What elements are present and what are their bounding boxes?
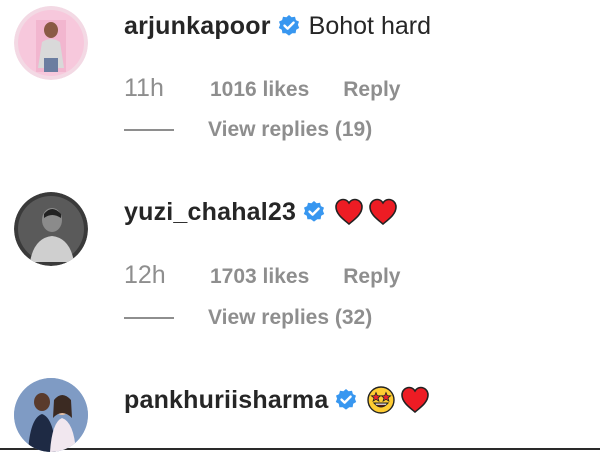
divider-dash — [124, 317, 174, 319]
view-replies-label: View replies (32) — [208, 306, 373, 329]
reply-button[interactable]: Reply — [343, 265, 400, 289]
avatar-photo-icon — [14, 192, 88, 266]
red-heart-icon — [400, 385, 430, 415]
reply-button[interactable]: Reply — [343, 78, 400, 102]
username[interactable]: yuzi_chahal23 — [124, 198, 296, 227]
avatar[interactable] — [14, 378, 88, 452]
verified-badge-icon — [334, 388, 358, 412]
avatar-photo-icon — [14, 378, 88, 452]
avatar[interactable] — [14, 6, 88, 80]
red-heart-icon — [368, 197, 398, 227]
verified-badge-icon — [277, 14, 301, 38]
avatar-photo-icon — [14, 6, 88, 80]
username[interactable]: pankhuriisharma — [124, 386, 328, 415]
timestamp[interactable]: 11h — [124, 74, 210, 103]
username[interactable]: arjunkapoor — [124, 12, 271, 41]
comment-text: Bohot hard — [308, 11, 431, 40]
red-heart-icon — [334, 197, 364, 227]
divider-dash — [124, 129, 174, 131]
view-replies-button[interactable]: View replies (32) — [124, 306, 372, 330]
avatar[interactable] — [14, 192, 88, 266]
likes-count[interactable]: 1703 likes — [210, 265, 309, 289]
comments-panel: arjunkapoor Bohot hard 11h 1016 likes Re… — [0, 0, 600, 452]
view-replies-button[interactable]: View replies (19) — [124, 118, 372, 142]
star-struck-icon — [366, 385, 396, 415]
likes-count[interactable]: 1016 likes — [210, 78, 309, 102]
view-replies-label: View replies (19) — [208, 118, 373, 141]
verified-badge-icon — [302, 200, 326, 224]
timestamp[interactable]: 12h — [124, 261, 210, 290]
